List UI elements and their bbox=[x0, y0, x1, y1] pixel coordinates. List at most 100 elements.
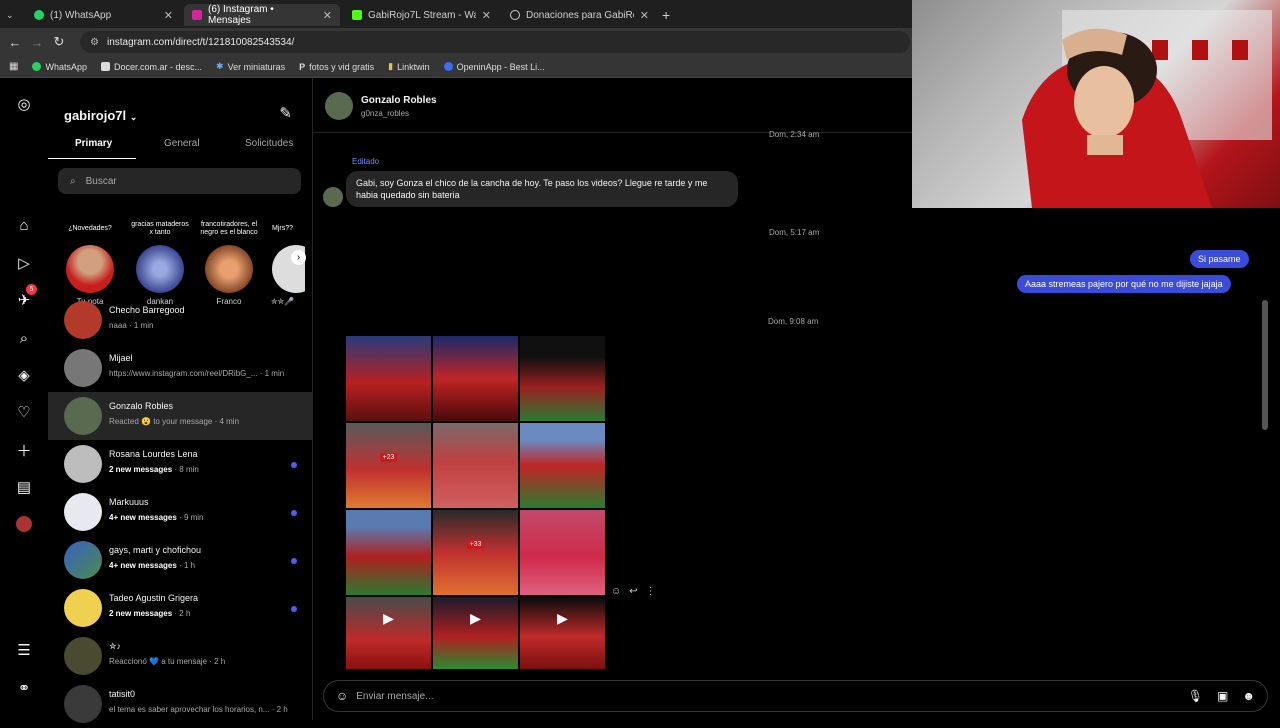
unread-dot bbox=[291, 558, 297, 564]
conversation-tatisit0[interactable]: tatisit0 el tema es saber aprovechar los… bbox=[48, 680, 313, 728]
microphone-icon[interactable]: 🎙 bbox=[1188, 689, 1203, 703]
notes-next-arrow-icon[interactable]: › bbox=[291, 250, 306, 265]
avatar bbox=[64, 637, 102, 675]
photo-tile[interactable] bbox=[520, 510, 605, 595]
message-bubble-outgoing[interactable]: Aaaa stremeas pajero por qué no me dijis… bbox=[1017, 275, 1231, 293]
image-icon[interactable]: ▣ bbox=[1217, 689, 1228, 703]
scrollbar[interactable] bbox=[1262, 300, 1268, 430]
note-dankan[interactable]: gracias mataderos x tanto dankan bbox=[130, 216, 190, 306]
bookmark-linktwin[interactable]: ▮ Linktwin bbox=[388, 61, 429, 72]
reload-icon[interactable]: ↻ bbox=[48, 34, 70, 50]
conversation-markuuus[interactable]: Markuuus 4+ new messages · 9 min bbox=[48, 488, 313, 536]
new-message-icon[interactable]: ✎ bbox=[279, 104, 292, 122]
avatar bbox=[66, 245, 114, 293]
avatar bbox=[205, 245, 253, 293]
photo-tile[interactable] bbox=[346, 336, 431, 421]
conversation-group[interactable]: gays, marti y chofichou 4+ new messages … bbox=[48, 536, 313, 584]
play-icon: ▶ bbox=[383, 609, 394, 626]
explore-icon[interactable]: ◈ bbox=[14, 365, 34, 385]
bookmark-whatsapp[interactable]: WhatsApp bbox=[32, 62, 87, 72]
message-bubble-incoming[interactable]: Gabi, soy Gonza el chico de la cancha de… bbox=[346, 171, 738, 207]
sticker-icon[interactable]: ☻ bbox=[1242, 689, 1255, 703]
message-bubble-outgoing[interactable]: Si pasame bbox=[1190, 250, 1249, 268]
tab-solicitudes[interactable]: Solicitudes bbox=[245, 138, 293, 149]
inbox-panel: gabirojo7l ⌄ ✎ Primary General Solicitud… bbox=[48, 78, 313, 723]
search-input[interactable]: ⌕ Buscar bbox=[58, 168, 301, 194]
avatar bbox=[64, 301, 102, 339]
emoji-icon[interactable]: ☺ bbox=[336, 689, 348, 703]
reply-icon[interactable]: ↩ bbox=[629, 586, 637, 597]
message-actions: ☺ ↩ ⋮ bbox=[611, 586, 656, 597]
create-icon[interactable]: ＋ bbox=[14, 440, 34, 460]
note-franco[interactable]: francotiradores, el negro es el blanco F… bbox=[199, 216, 259, 306]
tab-general[interactable]: General bbox=[164, 138, 200, 149]
photo-tile[interactable] bbox=[433, 423, 518, 508]
conversation-tadeo[interactable]: Tadeo Agustin Grigera 2 new messages · 2… bbox=[48, 584, 313, 632]
conversation-gonzalo[interactable]: Gonzalo Robles Reacted 😮 to your message… bbox=[48, 392, 313, 440]
heart-icon[interactable]: ♡ bbox=[14, 402, 34, 422]
tab-instagram[interactable]: (6) Instagram • Mensajes ✕ bbox=[184, 4, 340, 26]
avatar bbox=[64, 397, 102, 435]
menu-icon[interactable]: ☰ bbox=[14, 640, 34, 660]
close-tab-icon[interactable]: ✕ bbox=[164, 9, 173, 22]
account-switcher[interactable]: gabirojo7l ⌄ bbox=[64, 108, 137, 123]
close-tab-icon[interactable]: ✕ bbox=[640, 9, 649, 22]
photo-tile[interactable] bbox=[433, 336, 518, 421]
site-info-icon[interactable]: ⚙ bbox=[90, 37, 99, 48]
document-icon bbox=[100, 62, 110, 71]
profile-avatar[interactable] bbox=[14, 514, 34, 534]
new-tab-button[interactable]: + bbox=[662, 4, 682, 26]
photo-tile[interactable] bbox=[520, 423, 605, 508]
forward-icon[interactable]: → bbox=[26, 35, 48, 50]
reels-icon[interactable]: ▷ bbox=[14, 253, 34, 273]
search-icon: ⌕ bbox=[70, 175, 76, 187]
note-own[interactable]: ¿Novedades? Tu nota bbox=[60, 216, 120, 306]
bookmark-docer[interactable]: Docer.com.ar - desc... bbox=[100, 62, 202, 72]
avatar bbox=[64, 685, 102, 723]
message-input[interactable]: ☺ Enviar mensaje... 🎙 ▣ ☻ bbox=[323, 680, 1268, 712]
avatar bbox=[64, 493, 102, 531]
threads-icon[interactable]: ⚭ bbox=[14, 678, 34, 698]
instagram-logo-icon[interactable]: ◎ bbox=[14, 94, 34, 114]
messages-icon[interactable]: ✈ 5 bbox=[14, 284, 37, 310]
back-icon[interactable]: ← bbox=[4, 35, 26, 50]
react-icon[interactable]: ☺ bbox=[611, 586, 621, 597]
left-nav-rail: ◎ ⌂ ▷ ✈ 5 ⌕ ◈ ♡ ＋ ▤ ☰ ⚭ bbox=[0, 78, 48, 720]
tab-search-button[interactable]: ⌄ bbox=[6, 4, 20, 26]
photo-tile[interactable] bbox=[346, 510, 431, 595]
conversation-star[interactable]: ✮♪ Reaccionó 💙 a tu mensaje · 2 h bbox=[48, 632, 313, 680]
kick-icon bbox=[352, 10, 362, 20]
close-tab-icon[interactable]: ✕ bbox=[323, 9, 332, 22]
video-tile[interactable]: ▶ bbox=[433, 597, 518, 669]
bookmark-miniaturas[interactable]: ✱ Ver miniaturas bbox=[216, 61, 285, 72]
bookmark-fotos[interactable]: Pfotos y vid gratis bbox=[299, 62, 374, 72]
tab-donaciones[interactable]: Donaciones para GabiRojo7l | C ✕ bbox=[502, 4, 657, 26]
tab-primary[interactable]: Primary bbox=[75, 138, 112, 149]
tab-kick-stream[interactable]: GabiRojo7L Stream - Watch Liv ✕ bbox=[344, 4, 499, 26]
avatar[interactable] bbox=[325, 92, 353, 120]
photo-tile[interactable]: +33 bbox=[433, 510, 518, 595]
dashboard-icon[interactable]: ▤ bbox=[14, 477, 34, 497]
timestamp: Dom, 5:17 am bbox=[769, 228, 820, 237]
link-icon: ▮ bbox=[388, 61, 394, 71]
unread-dot bbox=[291, 462, 297, 468]
photo-tile[interactable]: +23 bbox=[346, 423, 431, 508]
url-field[interactable]: ⚙ instagram.com/direct/t/121810082543534… bbox=[80, 31, 910, 53]
photo-tile[interactable] bbox=[520, 336, 605, 421]
chat-contact-name[interactable]: Gonzalo Robles bbox=[361, 95, 437, 106]
video-tile[interactable]: ▶ bbox=[346, 597, 431, 669]
tab-whatsapp[interactable]: (1) WhatsApp ✕ bbox=[26, 4, 181, 26]
search-icon[interactable]: ⌕ bbox=[14, 328, 34, 348]
bookmark-openinapp[interactable]: OpeninApp - Best Li... bbox=[443, 62, 545, 72]
notification-badge: 5 bbox=[26, 284, 37, 295]
video-tile[interactable]: ▶ bbox=[520, 597, 605, 669]
home-icon[interactable]: ⌂ bbox=[14, 215, 34, 235]
close-tab-icon[interactable]: ✕ bbox=[482, 9, 491, 22]
conversation-rosana[interactable]: Rosana Lourdes Lena 2 new messages · 8 m… bbox=[48, 440, 313, 488]
conversation-mijael[interactable]: Mijael https://www.instagram.com/reel/DR… bbox=[48, 344, 313, 392]
instagram-icon bbox=[192, 10, 202, 20]
conversation-checho[interactable]: Checho Barregood naaa · 1 min bbox=[48, 296, 313, 344]
more-icon[interactable]: ⋮ bbox=[646, 586, 656, 597]
avatar bbox=[64, 541, 102, 579]
apps-icon[interactable]: ▦ bbox=[9, 61, 18, 72]
